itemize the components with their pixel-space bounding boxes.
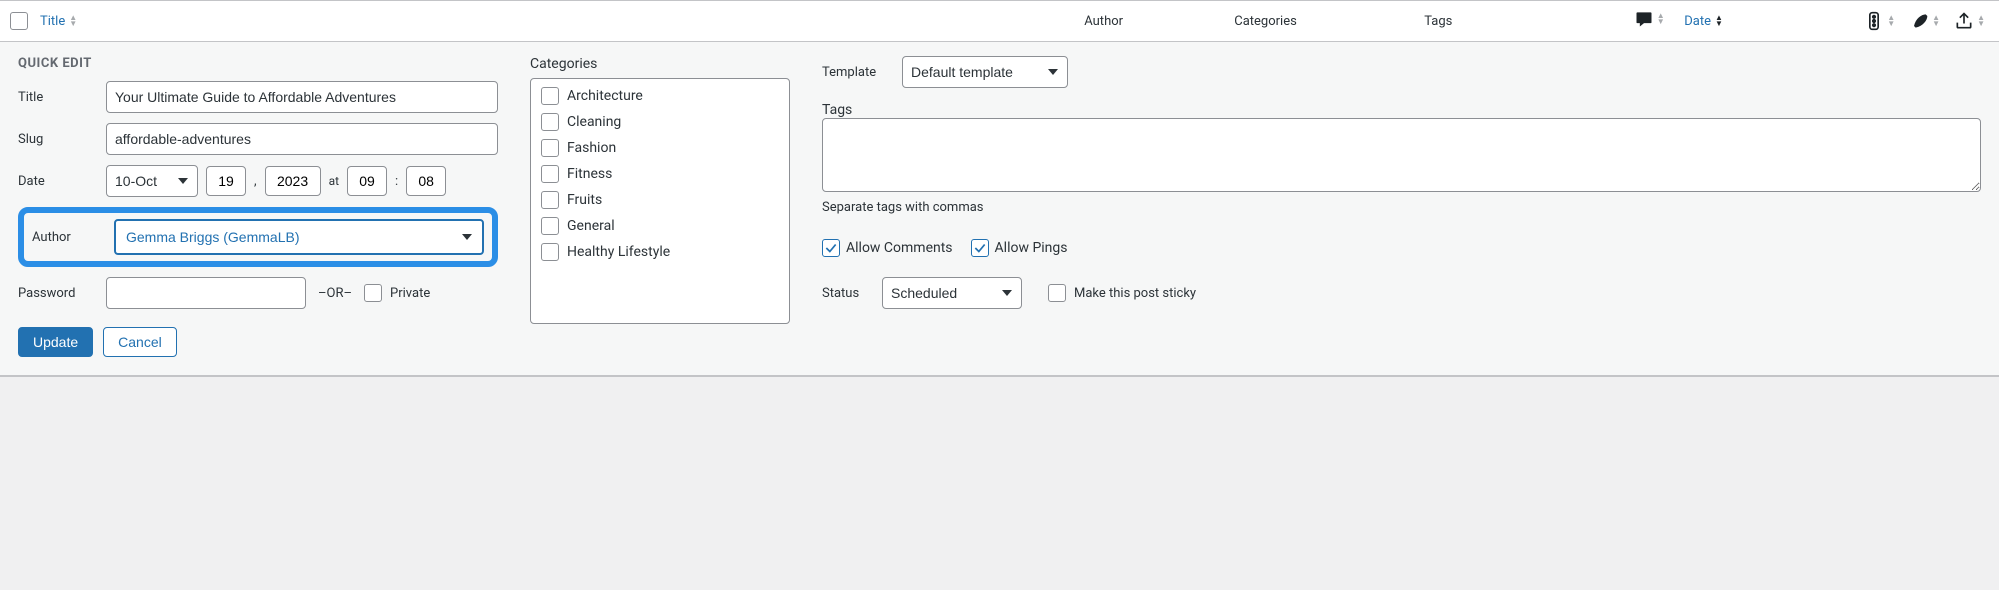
sticky-checkbox[interactable] <box>1048 284 1066 302</box>
column-header-date[interactable]: Date ▲▼ <box>1684 14 1723 29</box>
allow-pings-label: Allow Pings <box>995 240 1068 256</box>
column-header-title[interactable]: Title ▲▼ <box>40 14 77 29</box>
day-input[interactable] <box>206 166 246 196</box>
allow-comments-label: Allow Comments <box>846 240 953 256</box>
column-header-categories: Categories <box>1234 14 1424 29</box>
category-label: General <box>567 218 615 234</box>
status-select[interactable]: Scheduled <box>882 277 1022 309</box>
allow-comments-option[interactable]: Allow Comments <box>822 239 953 257</box>
feather-icon <box>1909 11 1929 31</box>
sort-indicator-icon: ▲▼ <box>1887 15 1895 27</box>
quick-edit-panel: QUICK EDIT Title Slug Date 10-Oct , <box>0 42 1999 376</box>
table-header-row: Title ▲▼ Author Categories Tags ▲▼ Date … <box>0 1 1999 42</box>
column-header-traffic-light[interactable]: ▲▼ <box>1864 11 1895 31</box>
title-label: Title <box>18 90 98 105</box>
column-header-feather[interactable]: ▲▼ <box>1909 11 1940 31</box>
slug-input[interactable] <box>106 123 498 155</box>
category-checkbox[interactable] <box>541 87 559 105</box>
column-header-tags: Tags <box>1424 14 1614 29</box>
private-label: Private <box>390 286 430 301</box>
allow-pings-option[interactable]: Allow Pings <box>971 239 1068 257</box>
tags-textarea[interactable] <box>822 118 1981 192</box>
or-label: –OR– <box>318 286 352 301</box>
column-header-comments[interactable]: ▲▼ <box>1634 9 1665 29</box>
password-input[interactable] <box>106 277 306 309</box>
category-item[interactable]: Fruits <box>541 191 779 209</box>
check-icon <box>973 241 987 255</box>
slug-label: Slug <box>18 132 98 147</box>
category-label: Architecture <box>567 88 643 104</box>
category-item[interactable]: Cleaning <box>541 113 779 131</box>
category-item[interactable]: Fashion <box>541 139 779 157</box>
comment-icon <box>1634 9 1654 29</box>
column-header-author: Author <box>1084 14 1234 29</box>
category-label: Fruits <box>567 192 602 208</box>
category-item[interactable]: Healthy Lifestyle <box>541 243 779 261</box>
template-select[interactable]: Default template <box>902 56 1068 88</box>
category-label: Healthy Lifestyle <box>567 244 670 260</box>
categories-list[interactable]: Architecture Cleaning Fashion Fitness Fr… <box>530 78 790 324</box>
tags-hint: Separate tags with commas <box>822 200 1981 215</box>
status-label: Status <box>822 286 874 301</box>
sort-indicator-icon: ▲▼ <box>1657 13 1665 25</box>
template-label: Template <box>822 65 894 80</box>
categories-label: Categories <box>530 56 790 72</box>
update-button[interactable]: Update <box>18 327 93 357</box>
sticky-label: Make this post sticky <box>1074 286 1196 301</box>
author-highlight-box: Author Gemma Briggs (GemmaLB) <box>18 207 498 267</box>
tags-label: Tags <box>822 102 1981 118</box>
year-input[interactable] <box>265 166 321 196</box>
outgoing-links-icon <box>1954 11 1974 31</box>
category-checkbox[interactable] <box>541 217 559 235</box>
allow-comments-checkbox[interactable] <box>822 239 840 257</box>
category-label: Fitness <box>567 166 612 182</box>
comma-separator: , <box>254 174 257 189</box>
category-item[interactable]: Fitness <box>541 165 779 183</box>
minute-input[interactable] <box>406 166 446 196</box>
column-header-links[interactable]: ▲▼ <box>1954 11 1985 31</box>
title-input[interactable] <box>106 81 498 113</box>
date-label: Date <box>18 174 98 189</box>
category-item[interactable]: General <box>541 217 779 235</box>
sort-indicator-icon: ▲▼ <box>69 15 77 27</box>
allow-pings-checkbox[interactable] <box>971 239 989 257</box>
column-date-label: Date <box>1684 14 1711 29</box>
category-checkbox[interactable] <box>541 139 559 157</box>
select-all-checkbox[interactable] <box>10 12 28 30</box>
private-checkbox[interactable] <box>364 284 382 302</box>
hour-input[interactable] <box>347 166 387 196</box>
category-checkbox[interactable] <box>541 113 559 131</box>
month-select[interactable]: 10-Oct <box>106 165 198 197</box>
author-label: Author <box>32 230 102 245</box>
cancel-button[interactable]: Cancel <box>103 327 177 357</box>
sort-indicator-icon: ▲▼ <box>1932 15 1940 27</box>
category-checkbox[interactable] <box>541 191 559 209</box>
sort-indicator-icon: ▲▼ <box>1977 15 1985 27</box>
at-label: at <box>329 174 339 188</box>
colon-separator: : <box>395 174 398 189</box>
author-select[interactable]: Gemma Briggs (GemmaLB) <box>114 219 484 255</box>
category-label: Cleaning <box>567 114 621 130</box>
sort-indicator-icon: ▲▼ <box>1715 15 1723 27</box>
check-icon <box>824 241 838 255</box>
column-title-label: Title <box>40 14 65 29</box>
traffic-light-icon <box>1864 11 1884 31</box>
category-label: Fashion <box>567 140 616 156</box>
quick-edit-heading: QUICK EDIT <box>18 56 498 71</box>
category-item[interactable]: Architecture <box>541 87 779 105</box>
category-checkbox[interactable] <box>541 243 559 261</box>
category-checkbox[interactable] <box>541 165 559 183</box>
password-label: Password <box>18 286 98 301</box>
